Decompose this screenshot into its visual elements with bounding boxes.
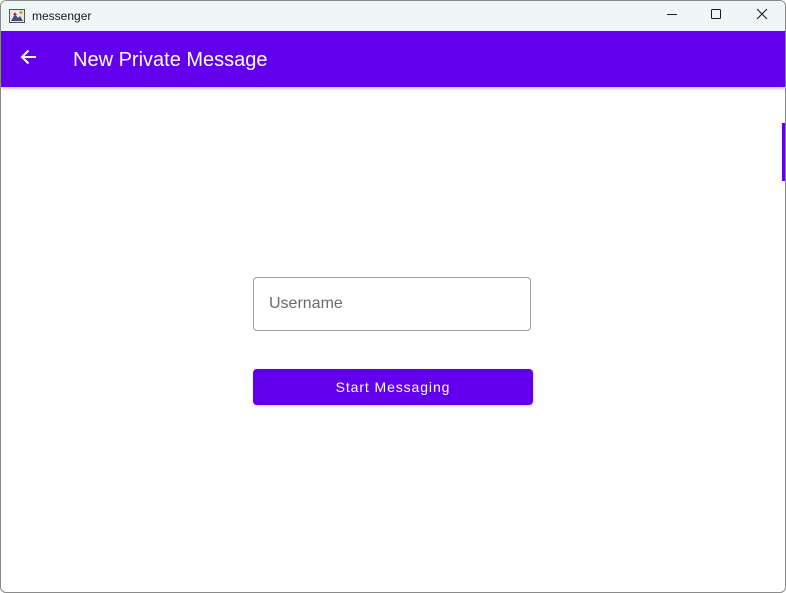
minimize-button[interactable]	[649, 1, 695, 31]
username-input[interactable]	[254, 278, 530, 330]
maximize-button[interactable]	[693, 1, 739, 31]
start-messaging-button[interactable]: Start Messaging	[253, 369, 533, 405]
maximize-icon	[710, 7, 722, 25]
page-title: New Private Message	[73, 49, 268, 71]
window-titlebar[interactable]: messenger	[1, 1, 785, 31]
start-messaging-label: Start Messaging	[335, 379, 451, 395]
close-icon	[756, 7, 768, 25]
java-app-icon	[9, 8, 25, 24]
app-window: messenger New Private Message Username S…	[0, 0, 786, 593]
minimize-icon	[666, 7, 678, 25]
close-button[interactable]	[739, 1, 785, 31]
back-button[interactable]	[15, 45, 43, 73]
edge-accent-strip	[782, 123, 785, 181]
username-field[interactable]	[253, 277, 531, 331]
app-bar: New Private Message	[1, 31, 785, 87]
arrow-left-icon	[20, 48, 38, 71]
window-title: messenger	[32, 9, 92, 23]
